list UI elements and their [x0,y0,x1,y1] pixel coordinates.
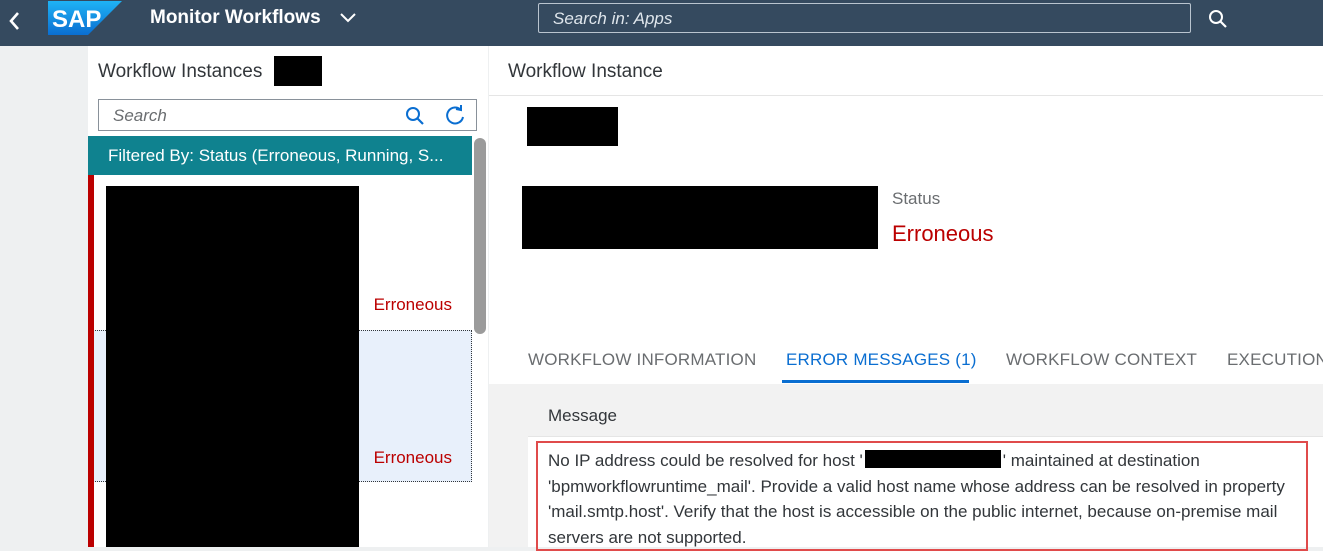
highlight-box [536,441,1308,551]
error-indicator [88,175,94,330]
list-scrollbar[interactable] [474,138,486,334]
redacted-list-content [106,186,359,547]
search-icon[interactable] [1207,8,1229,30]
active-tab-indicator [782,380,969,383]
sap-logo[interactable]: SAP [48,1,122,35]
detail-header: Workflow Instance [489,46,1323,96]
sap-logo-text: SAP [52,6,101,33]
app-title[interactable]: Monitor Workflows [150,7,321,29]
detail-title: Workflow Instance [508,61,663,82]
instance-list: Erroneous Erroneous [88,175,472,547]
shell-search-input[interactable]: Search in: Apps [538,3,1191,33]
shell-search-placeholder: Search in: Apps [553,9,673,28]
list-item-status: Erroneous [373,295,452,314]
chevron-down-icon[interactable] [338,10,358,26]
search-icon[interactable] [404,105,426,127]
message-column-label: Message [548,406,617,425]
list-search-placeholder: Search [113,106,167,125]
filter-info-bar[interactable]: Filtered By: Status (Erroneous, Running,… [88,136,472,175]
tab-error-messages[interactable]: ERROR MESSAGES (1) [786,350,977,370]
detail-tabs: WORKFLOW INFORMATION ERROR MESSAGES (1) … [489,344,1323,384]
tab-workflow-context[interactable]: WORKFLOW CONTEXT [1006,350,1197,370]
status-value: Erroneous [892,221,994,246]
list-title: Workflow Instances [98,61,263,82]
message-column-header: Message [528,396,1323,437]
tab-workflow-information[interactable]: WORKFLOW INFORMATION [528,350,756,370]
redacted-count [274,56,322,86]
shell-bar: SAP Monitor Workflows Search in: Apps [0,0,1323,46]
tab-execution-log[interactable]: EXECUTION [1227,350,1323,370]
error-indicator [88,482,94,547]
workflow-instances-panel: Workflow Instances Search Filtered By: S… [88,46,488,547]
redacted-instance-title [527,107,618,146]
redacted-instance-info [522,186,878,249]
list-search-input[interactable]: Search [98,99,477,131]
list-item-status: Erroneous [373,448,452,467]
back-icon[interactable] [4,8,26,34]
status-label: Status [892,189,941,208]
error-indicator [88,330,94,482]
refresh-icon[interactable] [444,105,466,127]
